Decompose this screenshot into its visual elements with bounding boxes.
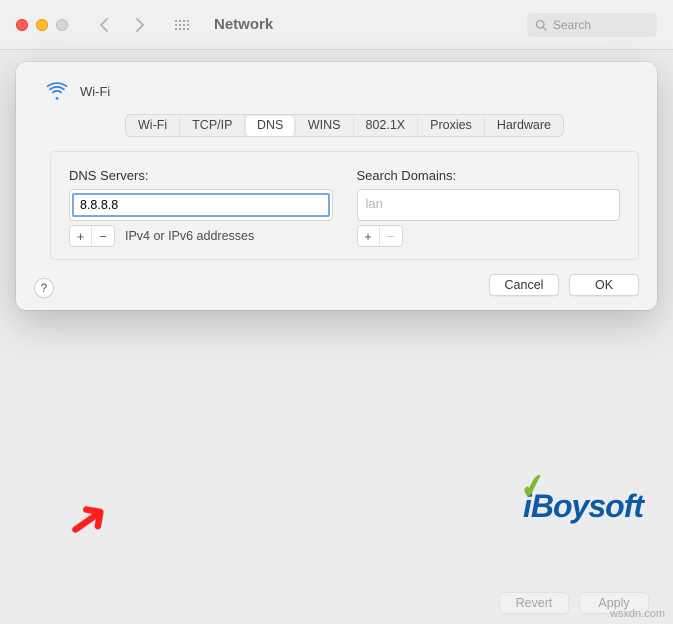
dns-servers-column: DNS Servers: + − IPv4 or IPv6 addresses <box>69 168 333 247</box>
add-search-domain-button[interactable]: + <box>358 226 380 246</box>
tab-proxies[interactable]: Proxies <box>418 115 485 136</box>
watermark-logo: i✔Boysoft <box>523 490 643 522</box>
dns-servers-label: DNS Servers: <box>69 168 333 183</box>
search-field[interactable]: Search <box>527 13 657 37</box>
show-all-preferences-button[interactable] <box>168 14 196 36</box>
dns-hint-text: IPv4 or IPv6 addresses <box>125 229 254 243</box>
tab-tcp-ip[interactable]: TCP/IP <box>180 115 245 136</box>
revert-button: Revert <box>499 592 569 614</box>
dns-settings-sheet: Wi-Fi Wi-FiTCP/IPDNSWINS802.1XProxiesHar… <box>16 62 657 310</box>
search-domains-list[interactable]: lan <box>357 189 621 221</box>
wifi-icon <box>46 80 68 102</box>
tab-wins[interactable]: WINS <box>296 115 354 136</box>
ok-button[interactable]: OK <box>569 274 639 296</box>
search-domain-entry[interactable]: lan <box>358 190 620 217</box>
back-button <box>90 14 118 36</box>
cancel-button[interactable]: Cancel <box>489 274 559 296</box>
search-domains-label: Search Domains: <box>357 168 621 183</box>
close-window-button[interactable] <box>16 19 28 31</box>
domain-add-remove-control: + − <box>357 225 403 247</box>
search-domains-column: Search Domains: lan + − <box>357 168 621 247</box>
tab-dns[interactable]: DNS <box>245 115 296 137</box>
search-placeholder: Search <box>553 18 591 32</box>
tab-802-1x[interactable]: 802.1X <box>354 115 419 136</box>
main-window-footer-buttons: Revert Apply <box>499 592 649 614</box>
zoom-window-button[interactable] <box>56 19 68 31</box>
tab-hardware[interactable]: Hardware <box>485 115 563 136</box>
remove-search-domain-button: − <box>380 226 402 246</box>
search-icon <box>535 19 547 31</box>
window-controls <box>16 19 68 31</box>
titlebar: Network Search <box>0 0 673 50</box>
apply-button: Apply <box>579 592 649 614</box>
annotation-arrow-icon: ➜ <box>53 483 123 557</box>
sheet-footer: ? Cancel OK <box>50 274 639 296</box>
sheet-header: Wi-Fi <box>46 80 639 102</box>
help-button[interactable]: ? <box>34 278 54 298</box>
dns-content-panel: DNS Servers: + − IPv4 or IPv6 addresses … <box>50 151 639 260</box>
forward-button <box>126 14 154 36</box>
remove-dns-server-button[interactable]: − <box>92 226 114 246</box>
dns-servers-list[interactable] <box>69 189 333 221</box>
tab-wi-fi[interactable]: Wi-Fi <box>126 115 180 136</box>
window-title: Network <box>214 16 273 33</box>
connection-name: Wi-Fi <box>80 84 110 99</box>
add-dns-server-button[interactable]: + <box>70 226 92 246</box>
dns-server-entry-input[interactable] <box>72 193 330 217</box>
settings-tabs: Wi-FiTCP/IPDNSWINS802.1XProxiesHardware <box>50 114 639 137</box>
minimize-window-button[interactable] <box>36 19 48 31</box>
dns-add-remove-control: + − <box>69 225 115 247</box>
